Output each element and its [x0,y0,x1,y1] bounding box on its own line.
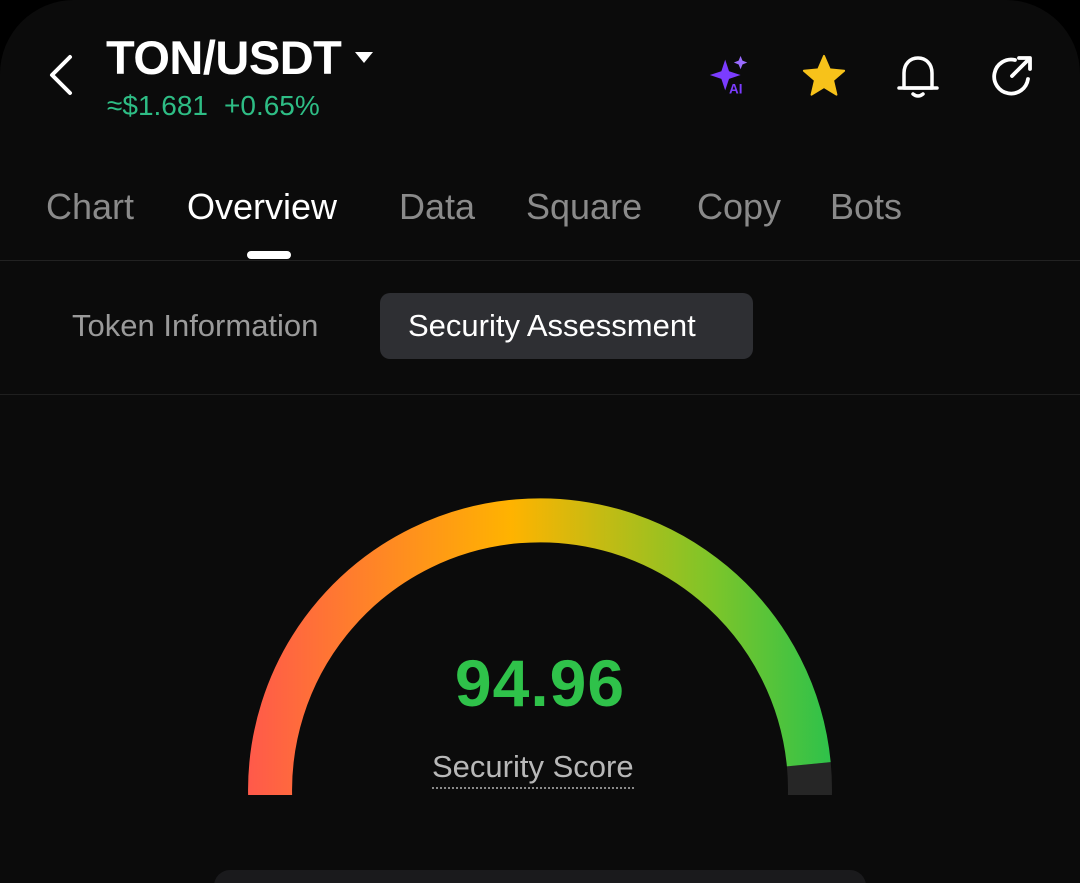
security-score-gauge [248,498,832,795]
next-card [214,870,866,883]
security-score-label[interactable]: Security Score [432,749,634,789]
back-button[interactable] [36,50,86,100]
tab-overview[interactable]: Overview [187,186,337,228]
security-score-value: 94.96 [454,646,626,720]
price-summary: ≈$1.681 +0.65% [107,90,320,122]
gauge-track [786,762,832,795]
last-price: ≈$1.681 [107,90,209,121]
bell-icon [897,56,939,98]
ai-sparkle-icon: AI [709,55,748,96]
subtab-security-assessment[interactable]: Security Assessment [380,293,753,359]
caret-down-icon [355,52,374,63]
share-icon [992,56,1032,96]
ai-assistant-button[interactable]: AI [706,48,754,104]
favorite-button[interactable] [800,48,848,104]
header-actions: AI [706,48,1036,104]
price-alert-button[interactable] [894,48,942,104]
tab-data[interactable]: Data [399,186,475,228]
tab-chart[interactable]: Chart [46,186,134,228]
main-tabs: Chart Overview Data Square Copy Bots [0,172,1080,261]
security-score-panel: 94.96 Security Score [0,395,1080,883]
tab-copy[interactable]: Copy [697,186,781,228]
app-screen: TON/USDT ≈$1.681 +0.65% AI Chart Overvie… [0,0,1080,883]
svg-text:AI: AI [729,81,742,96]
pair-selector[interactable]: TON/USDT [106,30,374,85]
active-tab-indicator [247,251,291,259]
share-button[interactable] [988,48,1036,104]
price-change: +0.65% [224,90,320,121]
tab-bots[interactable]: Bots [830,186,902,228]
back-chevron-icon [50,55,72,95]
subtab-token-information[interactable]: Token Information [72,293,318,359]
favorite-star-icon [802,54,846,96]
tab-square[interactable]: Square [526,186,642,228]
pair-header: TON/USDT ≈$1.681 +0.65% AI [0,0,1080,140]
pair-title: TON/USDT [106,31,342,84]
overview-subtabs: Token Information Security Assessment [0,262,1080,395]
